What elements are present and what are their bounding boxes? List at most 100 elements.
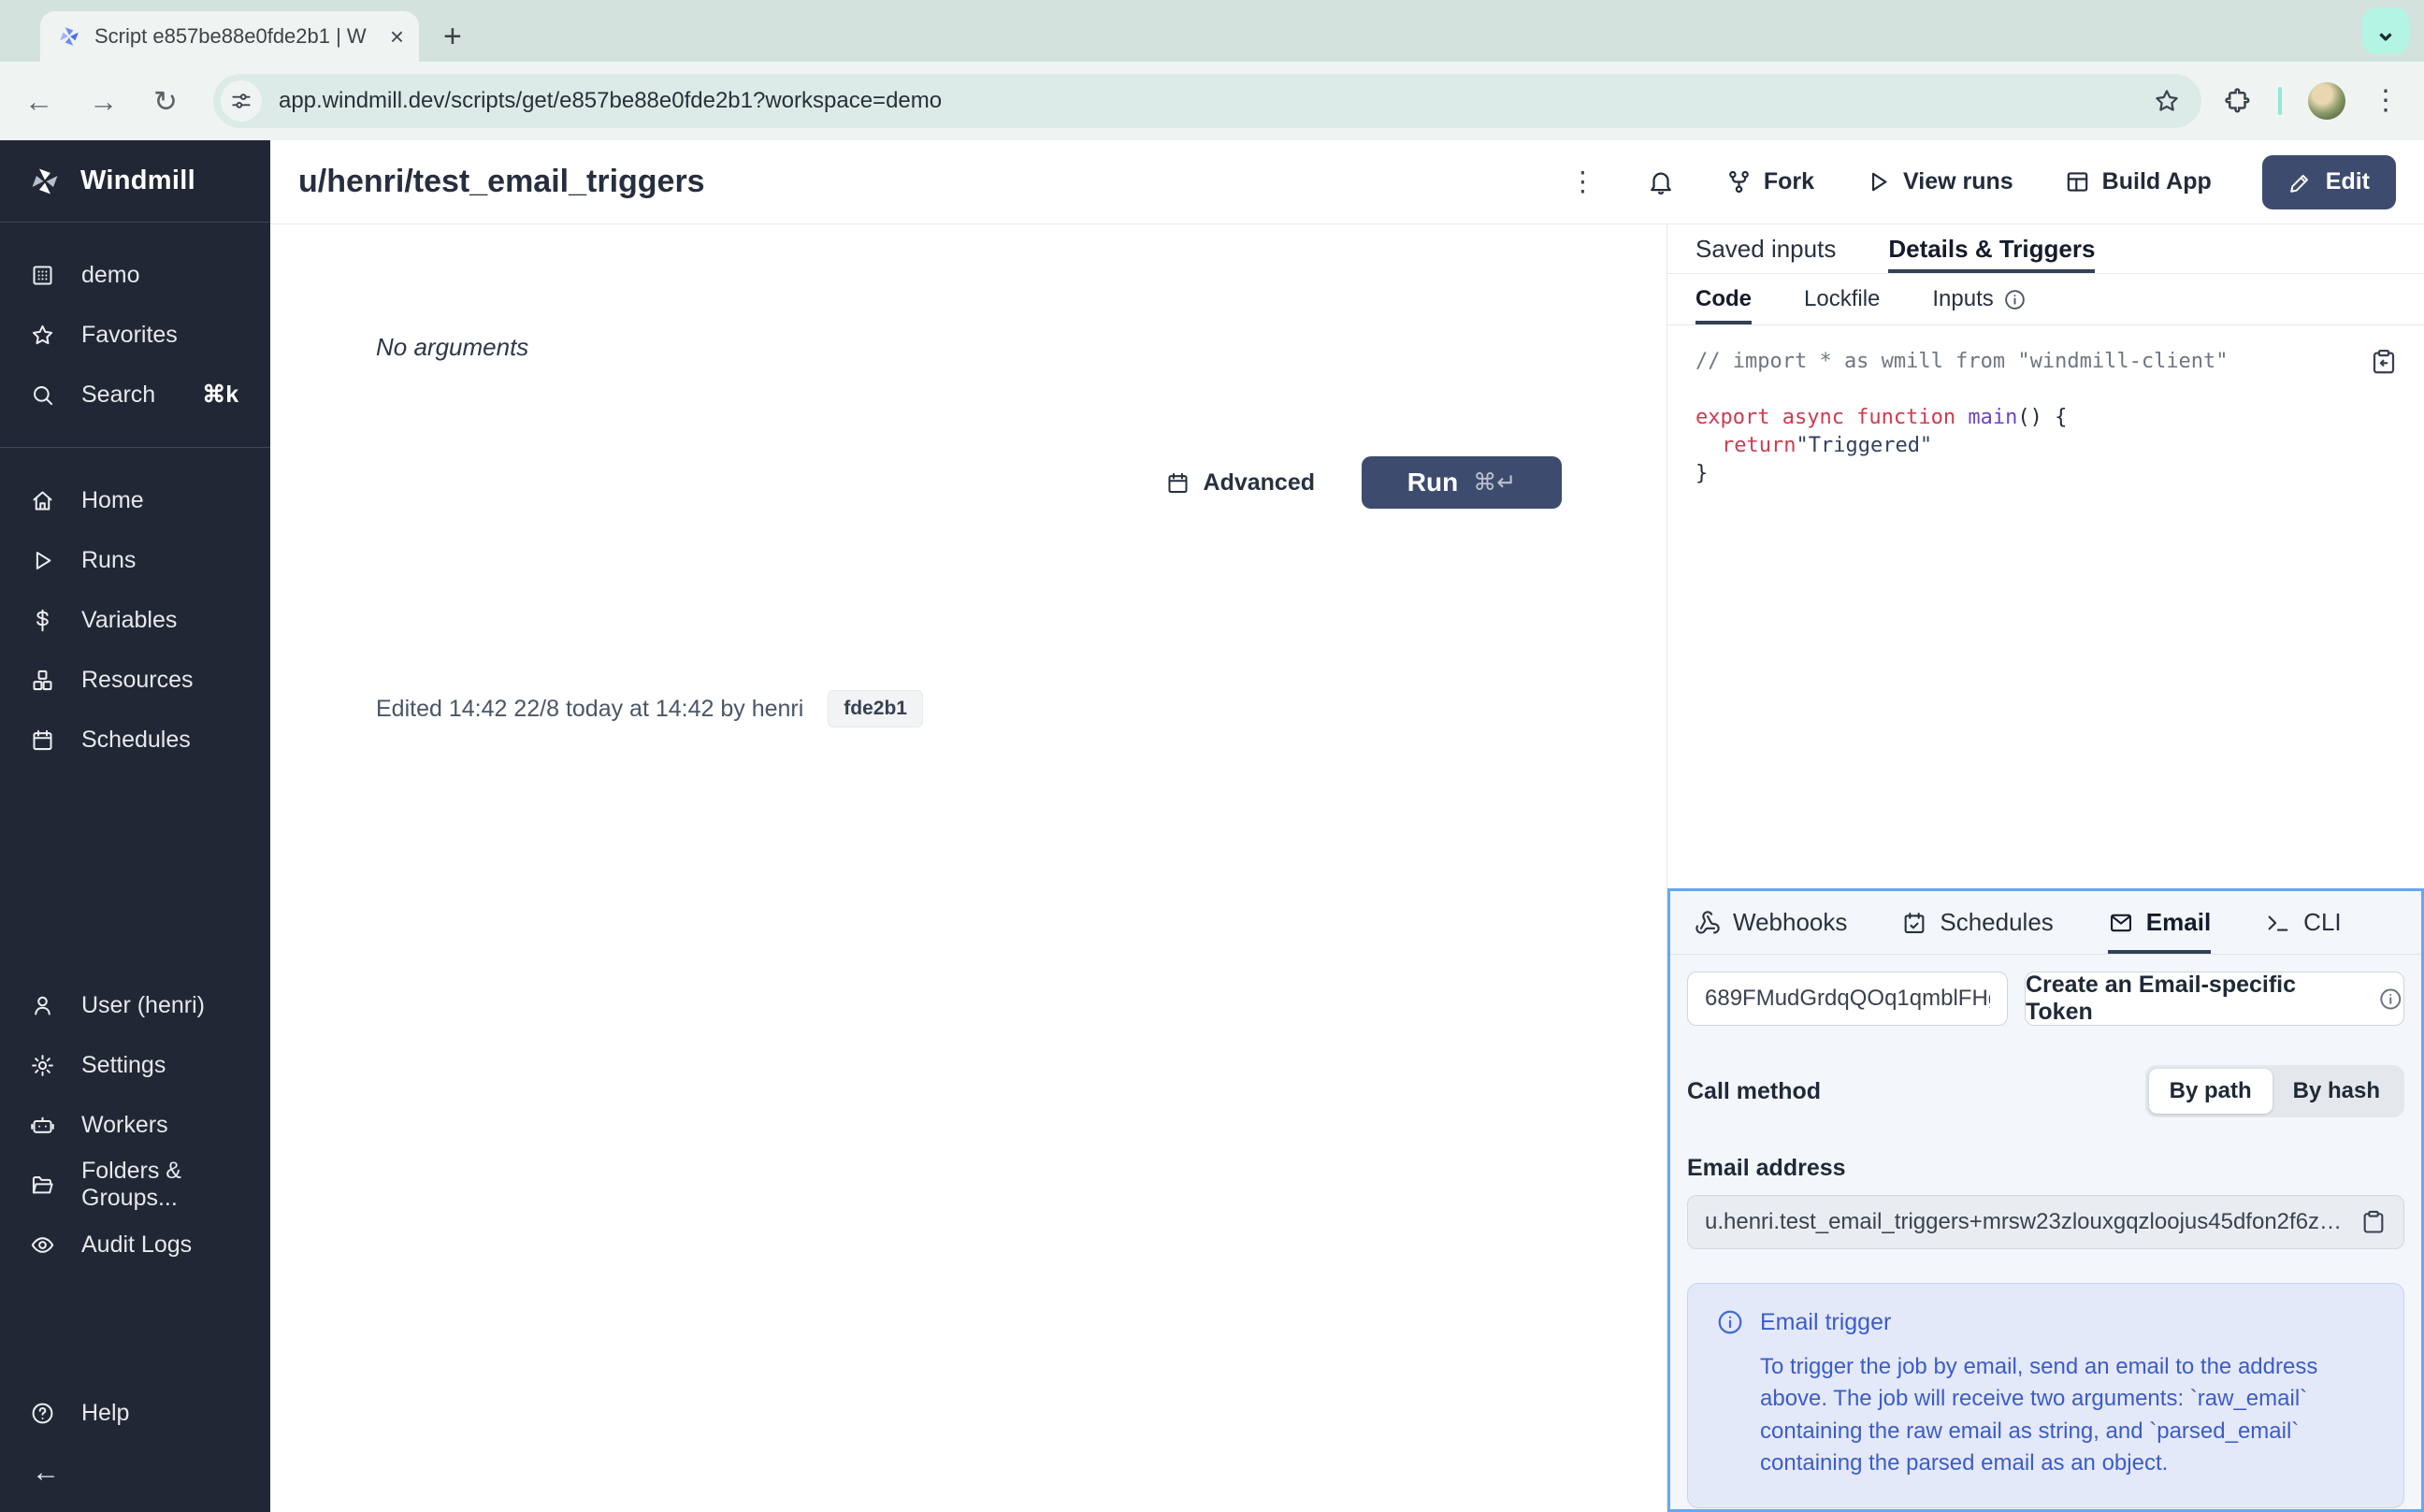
arrow-left-icon: ← <box>32 1457 60 1489</box>
info-icon <box>1716 1308 1744 1336</box>
sidebar-spacer <box>0 792 270 953</box>
infobox-body: To trigger the job by email, send an ema… <box>1760 1351 2375 1479</box>
tab-label: Saved inputs <box>1695 235 1836 264</box>
details-pane: Saved inputs Details & Triggers Code Loc… <box>1667 224 2424 1512</box>
url-bar[interactable]: app.windmill.dev/scripts/get/e857be88e0f… <box>213 74 2201 128</box>
browser-chrome: Script e857be88e0fde2b1 | W × + ⌄ ← → ↻ … <box>0 0 2424 140</box>
sidebar-item-label: Runs <box>81 547 136 574</box>
edit-label: Edit <box>2326 168 2370 195</box>
sidebar-item-label: Audit Logs <box>81 1231 192 1259</box>
sidebar-item-audit-logs[interactable]: Audit Logs <box>0 1215 270 1274</box>
tab-email[interactable]: Email <box>2108 891 2211 954</box>
tab-schedules[interactable]: Schedules <box>1901 891 2053 954</box>
tab-label: Code <box>1695 286 1752 312</box>
windmill-logo-icon <box>28 165 62 198</box>
run-button[interactable]: Run ⌘↵ <box>1362 456 1562 509</box>
sidebar-item-demo[interactable]: demo <box>0 245 270 305</box>
tab-details-triggers[interactable]: Details & Triggers <box>1888 224 2095 273</box>
code-keyword: return <box>1722 434 1796 457</box>
tab-label: Schedules <box>1940 908 2053 937</box>
by-hash-option[interactable]: By hash <box>2272 1069 2401 1114</box>
tab-saved-inputs[interactable]: Saved inputs <box>1695 224 1836 273</box>
tab-label: Details & Triggers <box>1888 235 2095 264</box>
copy-code-icon[interactable] <box>2370 348 2398 376</box>
create-email-token-button[interactable]: Create an Email-specific Token <box>2025 972 2404 1026</box>
back-icon[interactable]: ← <box>24 87 53 116</box>
email-token-input[interactable] <box>1687 972 2008 1026</box>
tab-lockfile[interactable]: Lockfile <box>1804 274 1880 324</box>
code-signature: () { <box>2017 406 2067 429</box>
notifications-bell-icon[interactable] <box>1647 168 1675 196</box>
browser-tab[interactable]: Script e857be88e0fde2b1 | W × <box>40 11 419 62</box>
envelope-icon <box>2108 910 2134 936</box>
forward-icon[interactable]: → <box>89 87 118 116</box>
tab-webhooks[interactable]: Webhooks <box>1695 891 1847 954</box>
grid-icon <box>2064 168 2091 195</box>
edited-text: Edited 14:42 22/8 today at 14:42 by henr… <box>376 696 803 723</box>
sidebar-collapse-button[interactable]: ← <box>0 1443 270 1503</box>
sidebar-item-resources[interactable]: Resources <box>0 650 270 710</box>
sidebar-item-search[interactable]: Search ⌘k <box>0 365 270 425</box>
play-icon <box>1865 168 1892 195</box>
brand-name: Windmill <box>80 166 195 196</box>
sidebar-item-home[interactable]: Home <box>0 470 270 530</box>
details-tabs: Saved inputs Details & Triggers <box>1667 224 2424 274</box>
tab-label: CLI <box>2303 908 2341 937</box>
sidebar-workspace-group: demo Favorites Search ⌘k <box>0 223 270 447</box>
triggers-panel: Webhooks Schedules Email CLI <box>1667 888 2424 1512</box>
browser-menu-icon[interactable]: ⋮ <box>2372 87 2400 115</box>
email-trigger-infobox: Email trigger To trigger the job by emai… <box>1687 1283 2404 1508</box>
sidebar-item-label: Folders & Groups... <box>81 1158 240 1212</box>
run-pane: No arguments Advanced Run ⌘↵ Edited 14:4… <box>270 224 1667 1512</box>
view-runs-button[interactable]: View runs <box>1865 168 2013 195</box>
bookmark-icon[interactable] <box>2153 87 2181 115</box>
code-viewer: // import * as wmill from "windmill-clie… <box>1667 325 2424 888</box>
sidebar-item-settings[interactable]: Settings <box>0 1035 270 1095</box>
sidebar-item-runs[interactable]: Runs <box>0 530 270 590</box>
page-header: u/henri/test_email_triggers ⋮ Fork View … <box>270 140 2424 224</box>
extensions-icon[interactable] <box>2224 87 2252 115</box>
page-title: u/henri/test_email_triggers <box>298 164 705 200</box>
tab-search-button[interactable]: ⌄ <box>2362 7 2409 54</box>
sidebar-item-folders-groups[interactable]: Folders & Groups... <box>0 1155 270 1215</box>
fork-button[interactable]: Fork <box>1725 168 1814 195</box>
tab-title: Script e857be88e0fde2b1 | W <box>94 24 377 49</box>
sidebar-item-workers[interactable]: Workers <box>0 1095 270 1155</box>
advanced-button[interactable]: Advanced <box>1165 469 1315 497</box>
tab-code[interactable]: Code <box>1695 274 1752 324</box>
url-text[interactable]: app.windmill.dev/scripts/get/e857be88e0f… <box>279 88 2153 114</box>
build-app-button[interactable]: Build App <box>2064 168 2212 195</box>
sidebar-item-label: Workers <box>81 1112 168 1139</box>
run-label: Run <box>1407 468 1458 497</box>
reload-icon[interactable]: ↻ <box>153 87 178 116</box>
trigger-tabs: Webhooks Schedules Email CLI <box>1670 891 2421 955</box>
view-runs-label: View runs <box>1903 168 2013 195</box>
clipboard-copy-icon[interactable] <box>2360 1209 2387 1235</box>
site-settings-icon[interactable] <box>221 80 262 122</box>
sidebar-item-variables[interactable]: Variables <box>0 590 270 650</box>
by-path-option[interactable]: By path <box>2149 1069 2272 1114</box>
tab-cli[interactable]: CLI <box>2265 891 2341 954</box>
brand: Windmill <box>0 140 270 223</box>
edit-button[interactable]: Edit <box>2262 155 2396 209</box>
create-email-token-label: Create an Email-specific Token <box>2026 972 2363 1026</box>
email-address-label: Email address <box>1687 1155 2404 1182</box>
close-icon[interactable]: × <box>390 24 404 49</box>
sidebar-item-schedules[interactable]: Schedules <box>0 710 270 770</box>
tab-label: Lockfile <box>1804 286 1880 312</box>
sidebar-nav-group: Home Runs Variables Resources Schedules <box>0 448 270 792</box>
new-tab-button[interactable]: + <box>443 21 462 52</box>
sidebar-item-favorites[interactable]: Favorites <box>0 305 270 365</box>
webhook-icon <box>1695 910 1721 936</box>
call-method-toggle: By path By hash <box>2145 1065 2404 1117</box>
avatar[interactable] <box>2308 82 2345 120</box>
email-address-field[interactable]: u.henri.test_email_triggers+mrsw23zlouxg… <box>1687 1195 2404 1249</box>
version-badge[interactable]: fde2b1 <box>828 690 923 727</box>
more-options-icon[interactable]: ⋮ <box>1569 166 1596 198</box>
info-icon <box>2378 986 2403 1012</box>
sidebar-item-label: Home <box>81 487 144 514</box>
code-tabs: Code Lockfile Inputs <box>1667 274 2424 325</box>
sidebar-item-user[interactable]: User (henri) <box>0 975 270 1035</box>
sidebar-item-help[interactable]: Help <box>0 1383 270 1443</box>
tab-inputs[interactable]: Inputs <box>1932 274 2026 324</box>
